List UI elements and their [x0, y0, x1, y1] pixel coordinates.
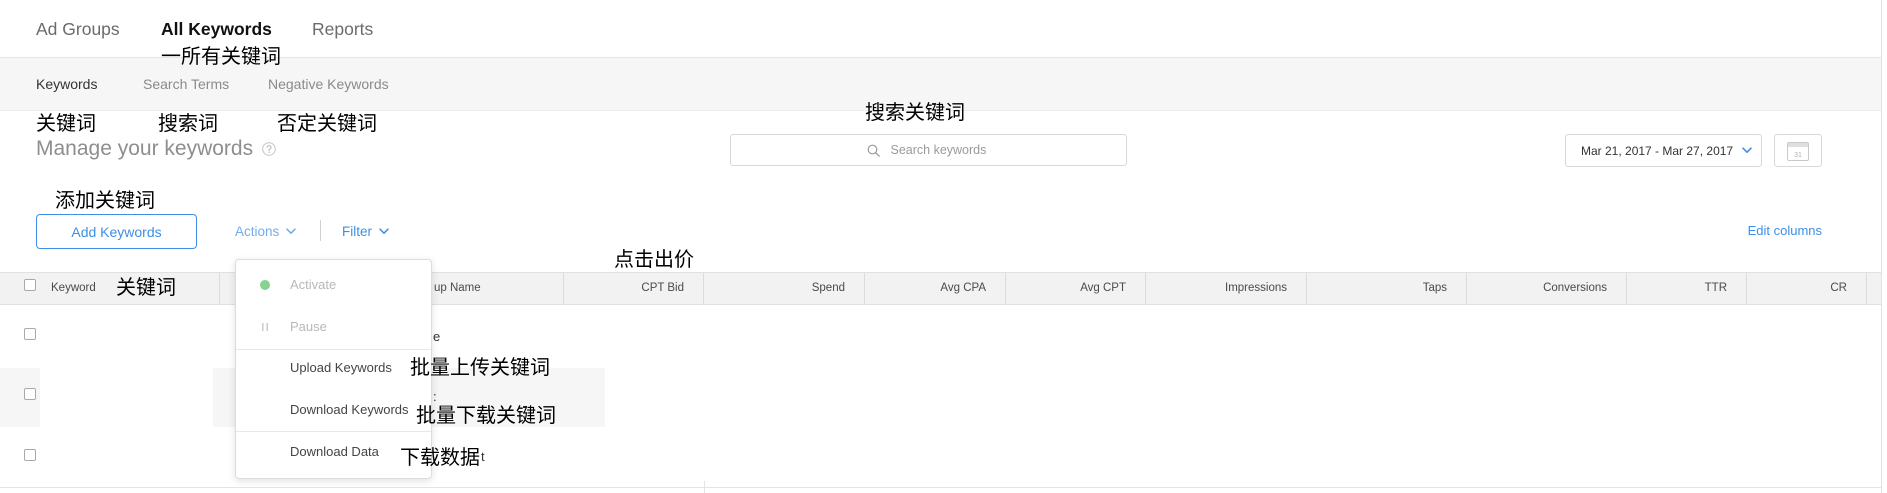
menu-item-label: Download Keywords [290, 402, 409, 417]
calendar-day-number: 31 [1794, 152, 1802, 159]
cell-text: t [481, 449, 485, 464]
status-dot-icon [260, 280, 270, 290]
annotation-negative-keywords: 否定关键词 [277, 111, 377, 135]
menu-item-label: Pause [290, 319, 327, 334]
page-right-border [1881, 0, 1882, 493]
column-header-spend[interactable]: Spend [704, 273, 865, 304]
chevron-down-icon [286, 227, 297, 234]
column-header-avg-cpt[interactable]: Avg CPT [1006, 273, 1146, 304]
cell-text: e [433, 329, 441, 344]
search-input[interactable] [890, 143, 991, 157]
subtab-search-terms[interactable]: Search Terms [143, 76, 229, 92]
annotation-search-terms: 搜索词 [158, 111, 218, 135]
column-header-impressions[interactable]: Impressions [1146, 273, 1307, 304]
menu-divider [236, 431, 431, 432]
chevron-down-icon [379, 227, 389, 234]
subtab-keywords[interactable]: Keywords [36, 76, 97, 92]
menu-item-label: Download Data [290, 444, 379, 459]
date-range-label: Mar 21, 2017 - Mar 27, 2017 [1581, 143, 1734, 158]
menu-item-upload-keywords[interactable]: Upload Keywords [236, 351, 431, 385]
annotation-search-keywords: 搜索关键词 [865, 100, 965, 124]
row-checkbox[interactable] [24, 449, 36, 461]
annotation-upload-keywords: 批量上传关键词 [410, 355, 550, 379]
filter-label: Filter [342, 223, 372, 239]
annotation-all-keywords: 一所有关键词 [161, 44, 281, 68]
row-checkbox[interactable] [24, 328, 36, 340]
actions-label: Actions [235, 223, 280, 239]
menu-item-label: Activate [290, 277, 337, 292]
column-header-avg-cpa[interactable]: Avg CPA [865, 273, 1006, 304]
annotation-download-data: 下载数据 [400, 445, 480, 469]
pause-icon [262, 323, 268, 331]
page-title-text: Manage your keywords [36, 137, 254, 160]
tab-all-keywords[interactable]: All Keywords [161, 19, 272, 39]
search-field[interactable] [730, 134, 1127, 166]
annotation-keywords: 关键词 [36, 111, 96, 135]
annotation-add-keywords: 添加关键词 [55, 188, 155, 212]
column-header-taps[interactable]: Taps [1307, 273, 1467, 304]
tab-ad-groups[interactable]: Ad Groups [36, 19, 120, 39]
calendar-icon: 31 [1787, 141, 1809, 161]
select-all-checkbox[interactable] [24, 279, 36, 291]
annotation-click-bid: 点击出价 [614, 247, 694, 271]
menu-item-activate[interactable]: Activate [236, 268, 431, 302]
chevron-down-icon [1742, 147, 1752, 153]
filter-dropdown-button[interactable]: Filter [342, 222, 389, 240]
column-header-cpt-bid[interactable]: CPT Bid [564, 273, 704, 304]
search-icon [867, 144, 880, 157]
calendar-button[interactable]: 31 [1774, 134, 1822, 167]
annotation-keyword-column: 关键词 [116, 275, 176, 299]
toolbar-divider [320, 220, 321, 241]
date-range-dropdown[interactable]: Mar 21, 2017 - Mar 27, 2017 [1565, 134, 1762, 167]
add-keywords-button[interactable]: Add Keywords [36, 214, 197, 249]
tab-reports[interactable]: Reports [312, 19, 373, 39]
column-header-cr[interactable]: CR [1747, 273, 1867, 304]
menu-divider [236, 349, 431, 350]
menu-item-label: Upload Keywords [290, 360, 392, 375]
column-header-ttr[interactable]: TTR [1627, 273, 1747, 304]
annotation-download-keywords: 批量下载关键词 [416, 403, 556, 427]
menu-item-pause[interactable]: Pause [236, 310, 431, 344]
row-checkbox[interactable] [24, 388, 36, 400]
actions-dropdown-button[interactable]: Actions [235, 222, 297, 240]
column-header-conversions[interactable]: Conversions [1467, 273, 1627, 304]
page-title: Manage your keywords [36, 137, 276, 161]
menu-item-download-keywords[interactable]: Download Keywords [236, 393, 431, 427]
edit-columns-link[interactable]: Edit columns [1748, 223, 1822, 239]
subtab-negative-keywords[interactable]: Negative Keywords [268, 76, 389, 92]
question-circle-icon[interactable] [262, 142, 276, 156]
